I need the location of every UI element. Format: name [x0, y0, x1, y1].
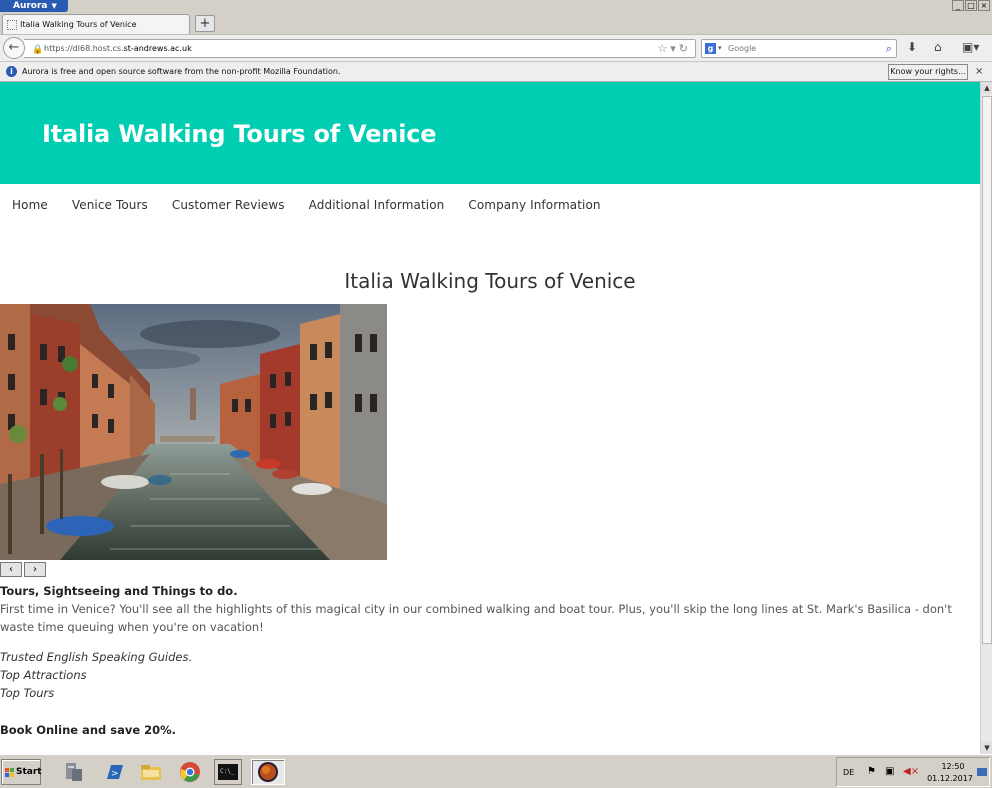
url-bar[interactable]: 🔒 https://dl68.host.cs.st-andrews.ac.uk …	[24, 39, 696, 58]
know-your-rights-button[interactable]: Know your rights...	[888, 64, 968, 80]
page-header: Italia Walking Tours of Venice	[0, 82, 980, 184]
browser-tab[interactable]: Italia Walking Tours of Venice	[2, 14, 190, 34]
server-manager-icon[interactable]	[60, 759, 88, 785]
network-icon[interactable]: ▣	[885, 766, 894, 777]
feature-item: Top Attractions	[0, 668, 87, 682]
scroll-down-icon[interactable]: ▼	[981, 742, 992, 754]
start-button[interactable]: Start	[1, 759, 42, 785]
page-viewport: Italia Walking Tours of Venice Home Veni…	[0, 82, 980, 754]
windows-logo-icon	[5, 768, 14, 777]
close-window-button[interactable]: ×	[978, 0, 990, 11]
clock-date[interactable]: 01.12.2017	[925, 774, 975, 783]
command-prompt-icon[interactable]: C:\_	[214, 759, 242, 785]
chevron-down-icon: ▼	[51, 2, 57, 10]
maximize-button[interactable]: □	[965, 0, 977, 11]
reload-icon[interactable]: ↻	[679, 42, 691, 55]
dropdown-icon[interactable]: ▾	[670, 42, 679, 55]
show-desktop-icon[interactable]	[977, 768, 987, 776]
download-icon[interactable]: ⬇	[907, 40, 917, 54]
file-explorer-icon[interactable]	[137, 759, 165, 785]
back-button[interactable]: ←	[3, 37, 25, 59]
section-title: Tours, Sightseeing and Things to do.	[0, 584, 238, 598]
browser-window: Aurora ▼ _ □ × Italia Walking Tours of Ve…	[0, 0, 992, 788]
bookmarks-menu-icon[interactable]: ▣▾	[962, 40, 979, 54]
tab-strip: Italia Walking Tours of Venice +	[0, 12, 992, 34]
book-online-text: Book Online and save 20%.	[0, 723, 177, 737]
system-tray: DE ⚑ ▣ ◀× 12:50 01.12.2017	[836, 757, 990, 787]
language-indicator[interactable]: DE	[843, 768, 854, 777]
url-prefix: https://dl68.host.cs.	[44, 44, 124, 53]
app-menu-button[interactable]: Aurora ▼	[0, 0, 68, 12]
feature-item: Top Tours	[0, 686, 55, 700]
close-icon[interactable]: ×	[975, 62, 983, 81]
app-menu-label: Aurora	[13, 1, 48, 11]
search-input[interactable]: g ▾ Google ⌕	[701, 39, 897, 58]
clock-time[interactable]: 12:50	[935, 762, 971, 771]
svg-text:C:\_: C:\_	[220, 768, 235, 775]
nav-company-information[interactable]: Company Information	[468, 198, 600, 212]
svg-text:>: >	[111, 769, 119, 779]
carousel-controls: ‹ ›	[0, 562, 46, 577]
volume-muted-icon[interactable]: ◀×	[903, 766, 919, 777]
notification-bar: i Aurora is free and open source softwar…	[0, 61, 992, 82]
url-host: st-andrews.ac.uk	[123, 44, 192, 53]
page-heading: Italia Walking Tours of Venice	[344, 269, 636, 293]
chrome-icon[interactable]	[176, 759, 204, 785]
taskbar: Start > C:\_ DE ⚑ ▣ ◀× 12:50 01.12.2017	[0, 754, 992, 788]
scroll-up-icon[interactable]: ▲	[981, 82, 992, 94]
site-title: Italia Walking Tours of Venice	[42, 120, 437, 148]
intro-paragraph: First time in Venice? You'll see all the…	[0, 602, 952, 634]
search-placeholder: Google	[728, 44, 757, 53]
nav-toolbar: 🔒 https://dl68.host.cs.st-andrews.ac.uk …	[0, 34, 992, 61]
bookmark-star-icon[interactable]: ☆	[657, 42, 670, 55]
start-label: Start	[16, 767, 42, 777]
nav-venice-tours[interactable]: Venice Tours	[72, 198, 148, 212]
new-tab-button[interactable]: +	[195, 15, 215, 32]
notification-text: Aurora is free and open source software …	[22, 67, 341, 76]
minimize-button[interactable]: _	[952, 0, 964, 11]
flag-icon[interactable]: ⚑	[867, 766, 876, 777]
carousel-next-button[interactable]: ›	[24, 562, 46, 577]
carousel-prev-button[interactable]: ‹	[0, 562, 22, 577]
scrollbar-thumb[interactable]	[982, 96, 992, 644]
page-scrollbar[interactable]: ▲ ▼	[980, 82, 992, 754]
nav-additional-information[interactable]: Additional Information	[309, 198, 445, 212]
search-engine-dropdown-icon[interactable]: ▾	[718, 40, 722, 57]
powershell-icon[interactable]: >	[100, 759, 128, 785]
tab-title: Italia Walking Tours of Venice	[20, 20, 137, 29]
back-arrow-icon: ←	[8, 40, 20, 55]
window-controls: _ □ ×	[952, 0, 990, 11]
url-bar-icons: ☆▾↻	[657, 40, 691, 57]
lock-icon: 🔒	[32, 45, 44, 55]
page-content: Tours, Sightseeing and Things to do. Fir…	[0, 582, 975, 739]
site-nav: Home Venice Tours Customer Reviews Addit…	[12, 198, 625, 212]
carousel-image	[0, 304, 387, 560]
search-icon[interactable]: ⌕	[886, 40, 892, 57]
favicon-icon	[7, 20, 17, 30]
info-icon: i	[6, 66, 17, 77]
nav-customer-reviews[interactable]: Customer Reviews	[172, 198, 285, 212]
google-icon: g	[705, 43, 716, 54]
feature-item: Trusted English Speaking Guides.	[0, 650, 193, 664]
nav-home[interactable]: Home	[12, 198, 48, 212]
home-icon[interactable]: ⌂	[934, 40, 942, 54]
aurora-browser-icon[interactable]	[251, 759, 285, 785]
